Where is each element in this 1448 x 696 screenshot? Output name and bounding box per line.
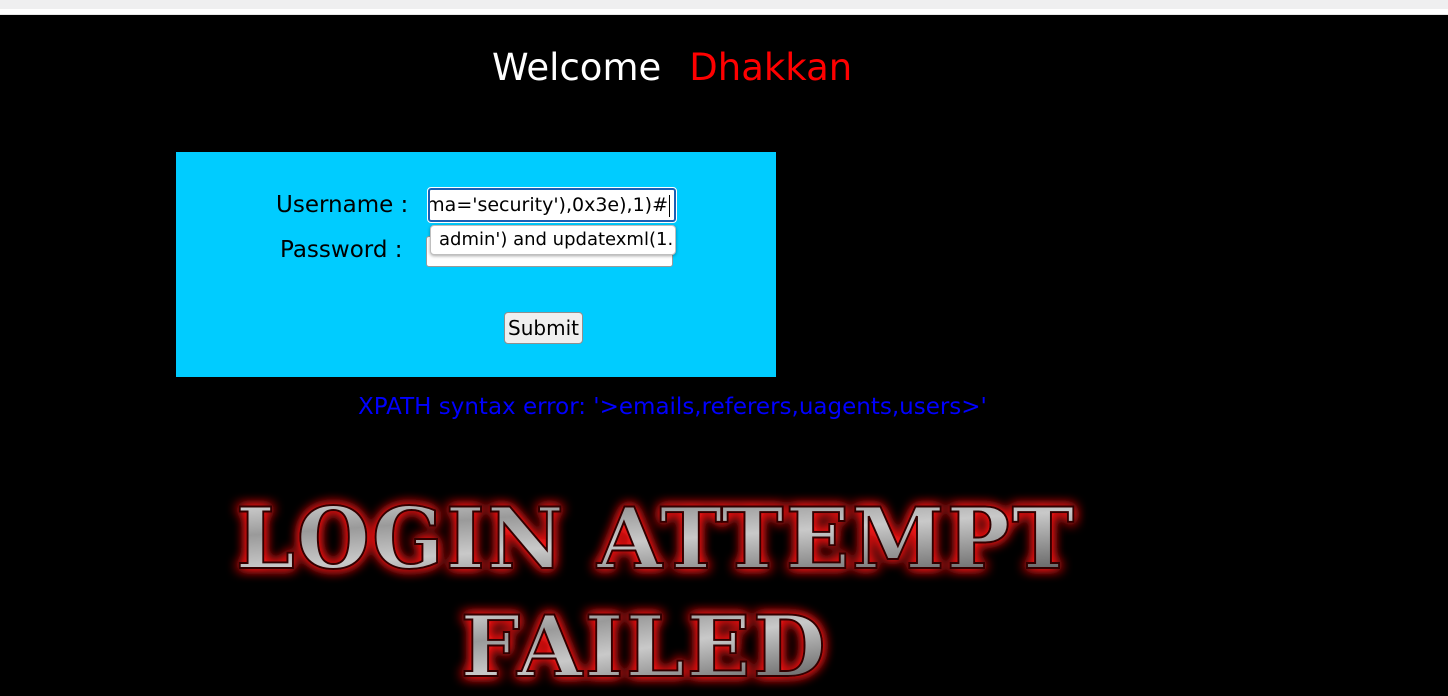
- error-message: XPATH syntax error: '>emails,referers,ua…: [358, 394, 987, 420]
- login-failed-banner: LOGIN ATTEMPT FAILED: [176, 480, 1156, 696]
- text-caret: [669, 195, 670, 217]
- user-name: Dhakkan: [689, 46, 853, 89]
- browser-top-bar: [0, 0, 1448, 9]
- username-label: Username :: [276, 192, 409, 218]
- password-label: Password :: [280, 237, 403, 263]
- welcome-label: Welcome: [492, 46, 662, 89]
- username-field[interactable]: ıema='security'),0x3e),1)#: [427, 187, 677, 223]
- banner-line-1: LOGIN ATTEMPT: [236, 489, 1077, 588]
- login-form: Username : Password : ıema='security'),0…: [176, 152, 776, 377]
- submit-button[interactable]: Submit: [504, 312, 583, 344]
- welcome-heading: Welcome Dhakkan: [492, 46, 852, 89]
- autocomplete-suggestion[interactable]: admin') and updatexml(1...: [430, 225, 676, 255]
- banner-line-2: FAILED: [460, 597, 827, 696]
- browser-top-strip: [0, 0, 1448, 15]
- username-value: ıema='security'),0x3e),1)#: [428, 194, 668, 216]
